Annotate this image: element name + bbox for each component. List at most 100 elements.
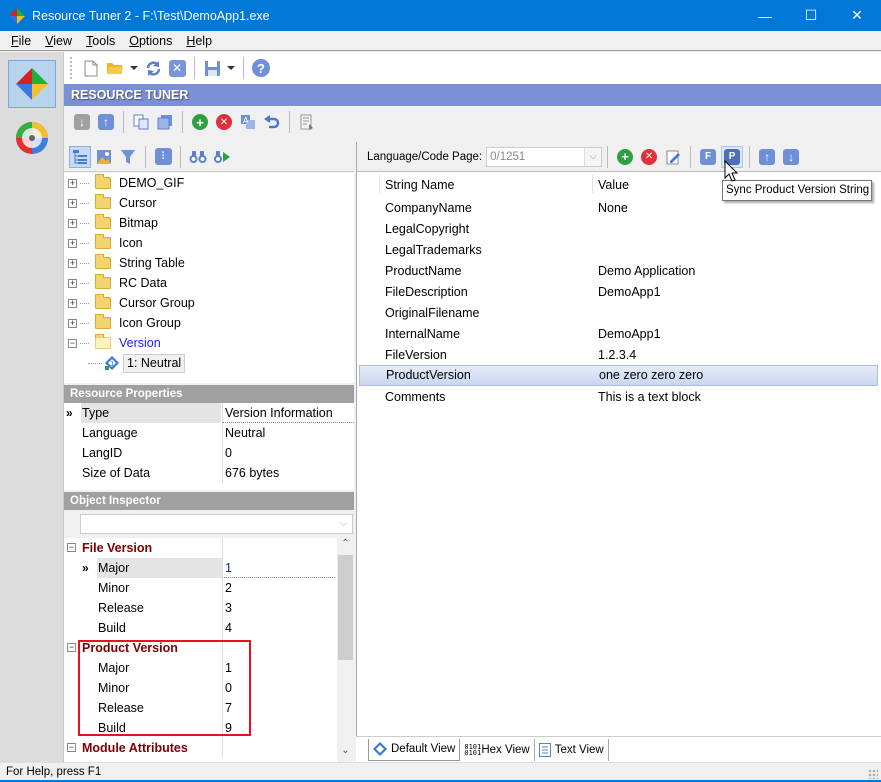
move-down-button[interactable]: ↓ <box>71 111 93 133</box>
property-row-langid[interactable]: LangID 0 <box>64 443 354 463</box>
chevron-down-icon[interactable]: ⌵ <box>584 147 602 166</box>
string-row[interactable]: CompanyName None <box>357 198 878 219</box>
image-view-button[interactable] <box>93 146 115 168</box>
open-dropdown-arrow[interactable] <box>130 66 138 70</box>
undo-button[interactable] <box>261 111 283 133</box>
tree-item-icon-group[interactable]: + Icon Group <box>68 313 181 333</box>
property-value[interactable]: 4 <box>222 618 232 638</box>
move-string-down-button[interactable]: ↓ <box>780 146 802 168</box>
move-string-up-button[interactable]: ↑ <box>756 146 778 168</box>
collapse-icon[interactable]: − <box>67 643 76 652</box>
copy-resource-button[interactable] <box>130 111 152 133</box>
tree-item-cursor[interactable]: + Cursor <box>68 193 157 213</box>
save-dropdown-arrow[interactable] <box>227 66 235 70</box>
string-row[interactable]: LegalTrademarks <box>357 240 878 261</box>
translate-button[interactable]: A <box>237 111 259 133</box>
add-resource-button[interactable]: + <box>189 111 211 133</box>
expand-icon[interactable]: + <box>68 198 77 208</box>
string-name: FileDescription <box>385 285 468 299</box>
find-next-button[interactable] <box>211 146 233 168</box>
tree-item-rc-data[interactable]: + RC Data <box>68 273 167 293</box>
inspector-row-file-minor[interactable]: Minor 2 <box>64 578 354 598</box>
column-header-string-name[interactable]: String Name <box>385 173 454 197</box>
open-file-button[interactable] <box>104 57 126 79</box>
delete-resource-button[interactable]: ✕ <box>213 111 235 133</box>
string-row[interactable]: LegalCopyright <box>357 219 878 240</box>
close-file-button[interactable]: ✕ <box>166 57 188 79</box>
find-button[interactable] <box>187 146 209 168</box>
properties-button[interactable] <box>296 111 318 133</box>
maximize-button[interactable]: ☐ <box>788 0 834 31</box>
scroll-down-arrow[interactable]: ⌄ <box>337 745 354 762</box>
collapse-icon[interactable]: − <box>67 743 76 752</box>
scroll-up-arrow[interactable]: ⌃ <box>337 538 354 555</box>
menu-file[interactable]: File <box>4 34 38 48</box>
move-up-button[interactable]: ↑ <box>95 111 117 133</box>
string-row[interactable]: InternalName DemoApp1 <box>357 324 878 345</box>
property-row-language[interactable]: Language Neutral <box>64 423 354 443</box>
inspector-row-file-major[interactable]: » Major 1 <box>64 558 354 578</box>
save-button[interactable] <box>201 57 223 79</box>
scroll-thumb[interactable] <box>338 555 353 660</box>
menu-tools[interactable]: Tools <box>79 34 122 48</box>
tab-default-view[interactable]: Default View <box>368 738 461 761</box>
sync-file-version-button[interactable]: F <box>697 146 719 168</box>
help-button[interactable]: ? <box>250 57 272 79</box>
group-file-version[interactable]: − File Version <box>64 538 354 558</box>
tree-item-cursor-group[interactable]: + Cursor Group <box>68 293 195 313</box>
tab-text-view[interactable]: Text View <box>535 738 609 761</box>
resource-scanner-mode-button[interactable] <box>8 114 56 162</box>
menu-help[interactable]: Help <box>179 34 219 48</box>
tree-item-icon[interactable]: + Icon <box>68 233 143 253</box>
expand-icon[interactable]: + <box>68 258 77 268</box>
inspector-row-file-release[interactable]: Release 3 <box>64 598 354 618</box>
expand-icon[interactable]: + <box>68 278 77 288</box>
expand-icon[interactable]: + <box>68 178 77 188</box>
collapse-icon[interactable]: − <box>67 543 76 552</box>
string-row[interactable]: FileVersion 1.2.3.4 <box>357 345 878 366</box>
property-row-type[interactable]: » Type Version Information <box>64 403 354 423</box>
expand-icon[interactable]: + <box>68 238 77 248</box>
expand-icon[interactable]: + <box>68 218 77 228</box>
resize-grip[interactable] <box>868 769 878 779</box>
menu-view[interactable]: View <box>38 34 79 48</box>
string-row-selected[interactable]: ProductVersion one zero zero zero <box>359 365 878 386</box>
tree-view-button[interactable] <box>69 145 91 168</box>
object-inspector-combo[interactable]: ⌵ <box>80 514 353 534</box>
edit-string-button[interactable] <box>662 146 684 168</box>
tab-hex-view[interactable]: 0101 0101 Hex View <box>460 738 535 761</box>
tree-item-string-table[interactable]: + String Table <box>68 253 185 273</box>
tree-item-demo-gif[interactable]: + DEMO_GIF <box>68 173 184 193</box>
property-row-size[interactable]: Size of Data 676 bytes <box>64 463 354 483</box>
reload-button[interactable] <box>142 57 164 79</box>
minimize-button[interactable]: — <box>742 0 788 31</box>
resource-tuner-mode-button[interactable] <box>8 60 56 108</box>
filter-button[interactable] <box>117 146 139 168</box>
tree-item-version[interactable]: − Version <box>68 333 161 353</box>
menu-options[interactable]: Options <box>122 34 179 48</box>
string-row[interactable]: FileDescription DemoApp1 <box>357 282 878 303</box>
settings-sliders-button[interactable]: ⫶ <box>152 146 174 168</box>
toolbar-grip[interactable] <box>70 57 73 79</box>
paste-resource-button[interactable] <box>154 111 176 133</box>
tree-item-bitmap[interactable]: + Bitmap <box>68 213 158 233</box>
column-header-value[interactable]: Value <box>598 173 629 197</box>
tree-item-version-neutral[interactable]: 1 1: Neutral <box>88 353 186 373</box>
string-row[interactable]: OriginalFilename <box>357 303 878 324</box>
group-module-attributes[interactable]: − Module Attributes <box>64 738 354 758</box>
collapse-icon[interactable]: − <box>68 338 77 348</box>
expand-icon[interactable]: + <box>68 298 77 308</box>
property-value[interactable]: 3 <box>222 598 232 618</box>
inspector-row-file-build[interactable]: Build 4 <box>64 618 354 638</box>
add-string-button[interactable]: + <box>614 146 636 168</box>
expand-icon[interactable]: + <box>68 318 77 328</box>
property-value[interactable]: 2 <box>222 578 232 598</box>
string-row[interactable]: Comments This is a text block <box>357 387 878 408</box>
close-button[interactable]: ✕ <box>834 0 880 31</box>
language-codepage-combo[interactable]: 0/1251 ⌵ <box>486 146 603 167</box>
inspector-scrollbar[interactable]: ⌃ ⌄ <box>337 538 354 762</box>
property-value[interactable]: 1 <box>222 558 335 578</box>
delete-string-button[interactable]: ✕ <box>638 146 660 168</box>
string-row[interactable]: ProductName Demo Application <box>357 261 878 282</box>
new-file-button[interactable] <box>80 57 102 79</box>
